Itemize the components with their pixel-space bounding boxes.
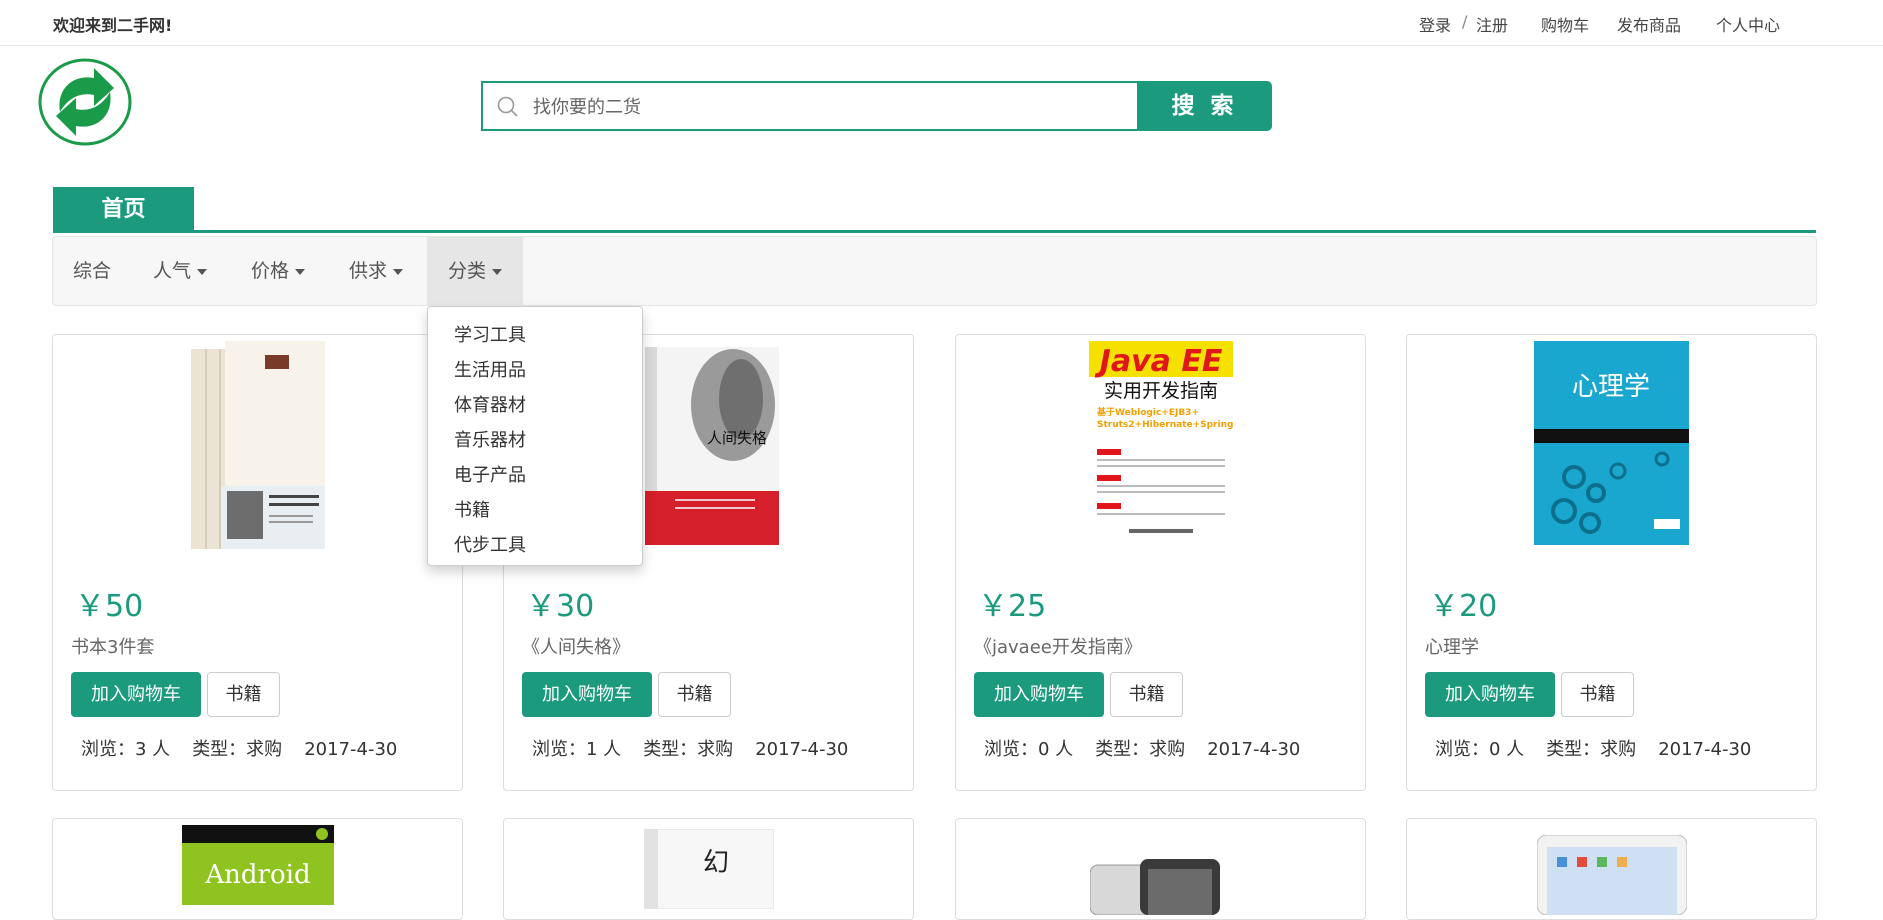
- caret-down-icon: [393, 268, 404, 275]
- cover-title: 幻: [703, 848, 729, 878]
- product-type: 类型：求购: [1095, 739, 1186, 760]
- product-image: Android: [182, 825, 334, 905]
- filter-popularity-label: 人气: [153, 260, 192, 282]
- product-title[interactable]: 心理学: [1425, 633, 1479, 659]
- category-dropdown-menu: 学习工具 生活用品 体育器材 音乐器材 电子产品 书籍 代步工具: [427, 306, 643, 566]
- product-price: ￥30: [526, 589, 595, 624]
- filter-category-label: 分类: [447, 260, 486, 282]
- product-date: 2017-4-30: [1207, 739, 1301, 760]
- publish-link[interactable]: 发布商品: [1617, 12, 1681, 36]
- product-type: 类型：求购: [192, 739, 283, 760]
- product-date: 2017-4-30: [304, 739, 398, 760]
- search-box: [481, 81, 1141, 131]
- filter-all-label: 综合: [73, 260, 112, 282]
- cart-link[interactable]: 购物车: [1541, 12, 1589, 36]
- caret-down-icon: [295, 268, 306, 275]
- product-meta: 浏览：0 人类型：求购 2017-4-30: [1435, 735, 1773, 761]
- add-to-cart-button[interactable]: 加入购物车: [71, 672, 201, 717]
- dropdown-item[interactable]: 电子产品: [454, 461, 526, 487]
- search-icon: [497, 96, 518, 117]
- category-button[interactable]: 书籍: [1110, 672, 1183, 717]
- product-date: 2017-4-30: [755, 739, 849, 760]
- product-image: 幻: [644, 829, 774, 909]
- dropdown-item[interactable]: 音乐器材: [454, 426, 526, 452]
- product-price: ￥25: [978, 589, 1047, 624]
- search-input[interactable]: [531, 92, 1125, 122]
- cover-line: Struts2+Hibernate+Spring: [1097, 420, 1233, 430]
- product-card[interactable]: 心理学 ￥20 心理学 加入购物车 书籍 浏览：0 人类型：求购 2017-4-3…: [1406, 334, 1817, 791]
- caret-down-icon: [492, 268, 502, 275]
- search-button[interactable]: 搜 索: [1137, 81, 1272, 131]
- category-button[interactable]: 书籍: [207, 672, 280, 717]
- welcome-text: 欢迎来到二手网!: [53, 16, 173, 35]
- product-image: [1090, 859, 1220, 915]
- filter-price-label: 价格: [251, 260, 290, 282]
- tab-underline: [53, 230, 1816, 233]
- product-views: 浏览：0 人: [1435, 739, 1525, 760]
- product-meta: 浏览：3 人类型：求购 2017-4-30: [81, 735, 419, 761]
- product-views: 浏览：3 人: [81, 739, 171, 760]
- add-to-cart-button[interactable]: 加入购物车: [522, 672, 652, 717]
- search-bar: 搜 索: [481, 81, 1272, 131]
- product-meta: 浏览：0 人类型：求购 2017-4-30: [984, 735, 1322, 761]
- top-bar: 欢迎来到二手网! 登录 / 注册 购物车 发布商品 个人中心: [0, 0, 1883, 46]
- cover-title: 心理学: [1572, 372, 1650, 402]
- product-image: 心理学: [1534, 341, 1689, 545]
- filter-price[interactable]: 价格: [251, 237, 306, 305]
- login-link[interactable]: 登录: [1419, 12, 1451, 36]
- dropdown-item[interactable]: 生活用品: [454, 356, 526, 382]
- product-price: ￥20: [1429, 589, 1498, 624]
- filter-supply-label: 供求: [349, 260, 388, 282]
- add-to-cart-button[interactable]: 加入购物车: [1425, 672, 1555, 717]
- caret-down-icon: [197, 268, 208, 275]
- cover-title: Java EE: [1095, 344, 1223, 379]
- product-card[interactable]: ￥50 书本3件套 加入购物车 书籍 浏览：3 人类型：求购 2017-4-30: [52, 334, 463, 791]
- register-link[interactable]: 注册: [1476, 12, 1508, 36]
- product-card[interactable]: [1406, 818, 1817, 920]
- product-title[interactable]: 《javaee开发指南》: [974, 633, 1142, 659]
- product-image: [1537, 835, 1687, 915]
- cover-line: 基于Weblogic+EJB3+: [1096, 406, 1199, 418]
- product-image: Java EE 实用开发指南 基于Weblogic+EJB3+ Struts2+…: [1089, 341, 1233, 545]
- product-title[interactable]: 书本3件套: [71, 633, 154, 659]
- recycle-logo-icon: [38, 58, 132, 146]
- cover-title: 人间失格: [707, 429, 767, 447]
- product-meta: 浏览：1 人类型：求购 2017-4-30: [532, 735, 870, 761]
- product-card[interactable]: [955, 818, 1366, 920]
- profile-link[interactable]: 个人中心: [1716, 12, 1780, 36]
- filter-category[interactable]: 分类: [427, 237, 523, 305]
- filter-supply[interactable]: 供求: [349, 237, 404, 305]
- cover-title: Android: [204, 860, 310, 890]
- filter-popularity[interactable]: 人气: [153, 237, 208, 305]
- product-type: 类型：求购: [643, 739, 734, 760]
- category-button[interactable]: 书籍: [658, 672, 731, 717]
- dropdown-item[interactable]: 体育器材: [454, 391, 526, 417]
- product-image: [191, 341, 325, 549]
- dropdown-item[interactable]: 书籍: [454, 496, 490, 522]
- login-register-separator: /: [1462, 12, 1468, 31]
- dropdown-item[interactable]: 学习工具: [454, 321, 526, 347]
- add-to-cart-button[interactable]: 加入购物车: [974, 672, 1104, 717]
- filter-all[interactable]: 综合: [73, 237, 123, 305]
- product-price: ￥50: [75, 589, 144, 624]
- product-date: 2017-4-30: [1658, 739, 1752, 760]
- product-card[interactable]: Android: [52, 818, 463, 920]
- category-button[interactable]: 书籍: [1561, 672, 1634, 717]
- product-views: 浏览：1 人: [532, 739, 622, 760]
- product-title[interactable]: 《人间失格》: [522, 633, 630, 659]
- tab-home[interactable]: 首页: [53, 187, 194, 230]
- site-logo[interactable]: [38, 58, 132, 146]
- product-image: 人间失格: [645, 347, 779, 545]
- filter-bar: 综合 人气 价格 供求 分类: [52, 236, 1817, 306]
- product-views: 浏览：0 人: [984, 739, 1074, 760]
- product-card[interactable]: 幻: [503, 818, 914, 920]
- product-type: 类型：求购: [1546, 739, 1637, 760]
- dropdown-item[interactable]: 代步工具: [454, 531, 526, 557]
- product-card[interactable]: Java EE 实用开发指南 基于Weblogic+EJB3+ Struts2+…: [955, 334, 1366, 791]
- cover-subtitle: 实用开发指南: [1104, 380, 1218, 402]
